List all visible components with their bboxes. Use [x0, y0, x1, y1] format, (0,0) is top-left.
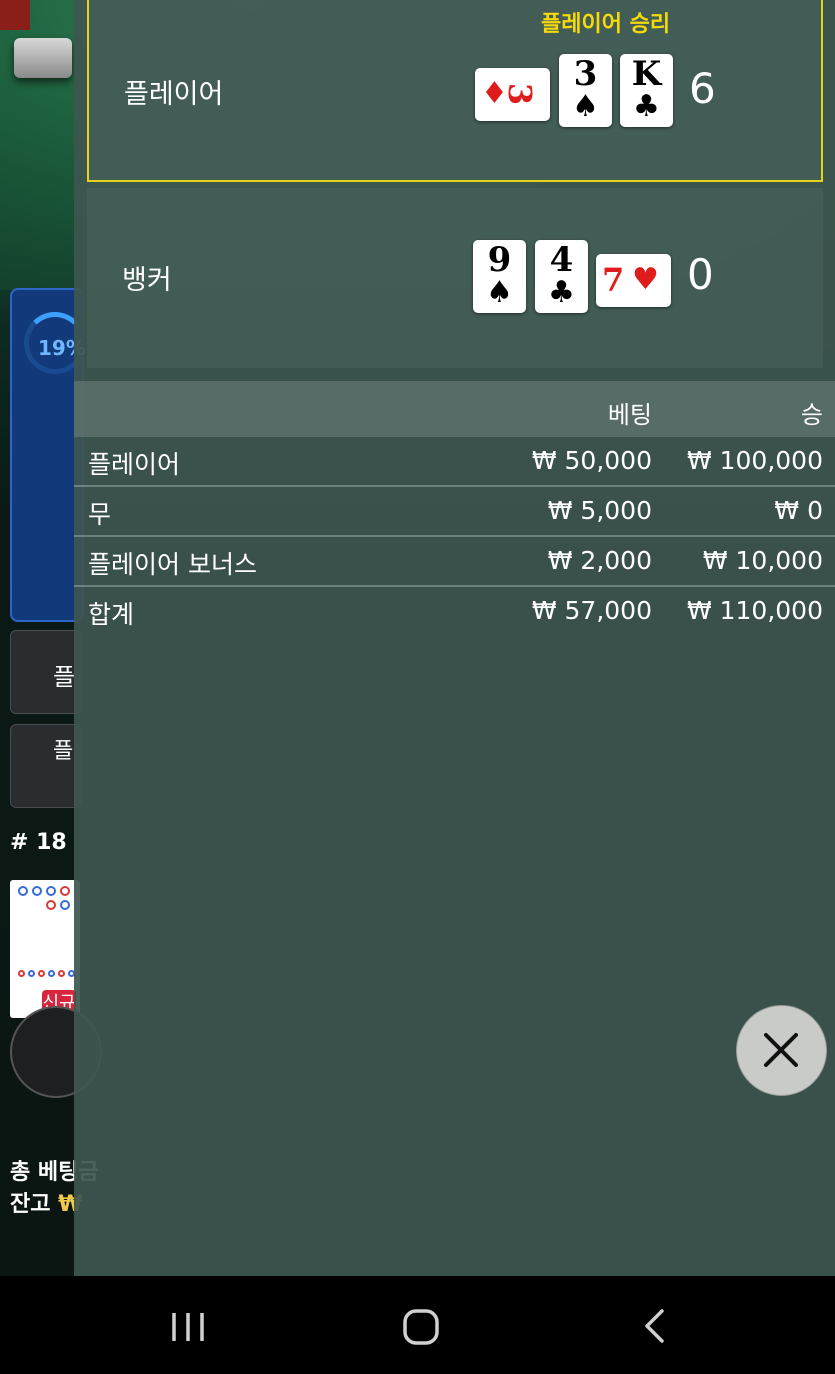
header-bet: 베팅 — [607, 401, 652, 429]
card-rank: 3 — [501, 82, 540, 106]
close-icon — [764, 1033, 798, 1067]
row-bet: ₩ 5,000 — [547, 496, 652, 525]
playing-card: 3 ♠ — [559, 54, 612, 127]
row-bet: ₩ 50,000 — [531, 446, 652, 475]
card-rank: 9 — [487, 240, 512, 280]
recents-icon[interactable] — [170, 1311, 206, 1343]
card-rank: 4 — [549, 240, 574, 280]
bet-results-table: 베팅 승 플레이어 ₩ 50,000 ₩ 100,000 무 ₩ 5,000 ₩… — [74, 381, 835, 635]
card-suit: ♣ — [548, 275, 575, 310]
row-bet: ₩ 2,000 — [547, 546, 652, 575]
card-rank: 3 — [573, 54, 598, 94]
row-win: ₩ 100,000 — [686, 446, 823, 475]
playing-card: 7 ♥ — [596, 254, 671, 307]
total-bet: ₩ 57,000 — [531, 596, 652, 625]
banker-score: 0 — [687, 250, 714, 299]
player-score: 6 — [689, 64, 716, 113]
row-label: 플레이어 — [88, 450, 181, 479]
bet-spot-label: 플 — [53, 739, 74, 764]
total-row: 합계 ₩ 57,000 ₩ 110,000 — [74, 587, 835, 635]
bet-spot-button[interactable]: 플 — [10, 724, 82, 808]
chip-tray — [14, 38, 72, 78]
system-nav-bar — [0, 1276, 835, 1374]
card-rank: 7 — [602, 261, 625, 299]
balance-label: 잔고 — [10, 1192, 51, 1217]
card-rank: K — [631, 54, 662, 94]
table-row: 무 ₩ 5,000 ₩ 0 — [74, 487, 835, 537]
total-win: ₩ 110,000 — [686, 596, 823, 625]
close-button[interactable] — [736, 1005, 827, 1096]
home-icon[interactable] — [402, 1308, 440, 1346]
balance-row: 잔고 ₩ — [10, 1186, 82, 1218]
card-suit: ♥ — [632, 262, 659, 297]
table-header: 베팅 승 — [74, 381, 835, 437]
player-hand-panel: 플레이어 승리 플레이어 ♦ 3 3 ♠ K ♣ 6 — [87, 0, 823, 182]
banker-hand-panel: 뱅커 9 ♠ 4 ♣ 7 ♥ 0 — [87, 188, 823, 368]
round-result-overlay: 플레이어 승리 플레이어 ♦ 3 3 ♠ K ♣ 6 뱅커 9 ♠ 4 ♣ 7 … — [74, 0, 835, 1276]
row-win: ₩ 0 — [774, 496, 823, 525]
card-suit: ♣ — [633, 89, 660, 124]
player-hand-name: 플레이어 — [124, 79, 224, 110]
round-number: # 18 — [10, 830, 67, 855]
playing-card: K ♣ — [620, 54, 673, 127]
row-label: 무 — [88, 500, 112, 529]
bet-spot-label: 플 — [53, 663, 76, 691]
playing-card: ♦ 3 — [475, 68, 550, 121]
winner-label: 플레이어 승리 — [541, 12, 671, 37]
playing-card: 9 ♠ — [473, 240, 526, 313]
table-row: 플레이어 ₩ 50,000 ₩ 100,000 — [74, 437, 835, 487]
dealer-area — [0, 0, 30, 30]
header-win: 승 — [800, 401, 823, 429]
table-row: 플레이어 보너스 ₩ 2,000 ₩ 10,000 — [74, 537, 835, 587]
row-label: 플레이어 보너스 — [88, 550, 257, 579]
playing-card: 4 ♣ — [535, 240, 588, 313]
banker-hand-name: 뱅커 — [122, 265, 172, 296]
row-win: ₩ 10,000 — [702, 546, 823, 575]
bet-spot-button[interactable]: 플 — [10, 630, 82, 714]
back-icon[interactable] — [642, 1308, 668, 1344]
card-suit: ♠ — [486, 275, 513, 310]
total-label: 합계 — [88, 600, 135, 629]
card-suit: ♠ — [572, 89, 599, 124]
